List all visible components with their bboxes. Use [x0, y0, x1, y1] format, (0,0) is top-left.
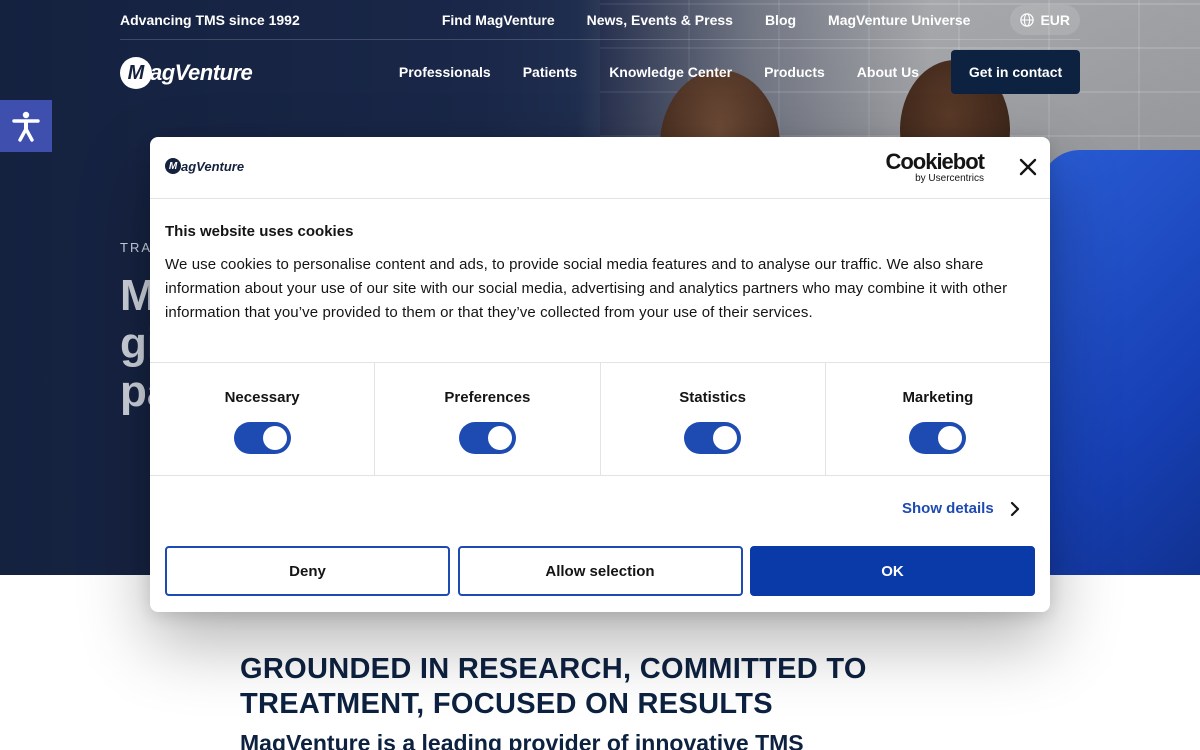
main-nav: Professionals Patients Knowledge Center …	[367, 50, 1080, 94]
accessibility-button[interactable]	[0, 100, 52, 152]
dialog-brand-logo: M agVenture	[165, 158, 244, 174]
top-bar: Advancing TMS since 1992 Find MagVenture…	[120, 0, 1080, 40]
cookie-consent-dialog: M agVenture Cookiebot by Usercentrics Th…	[150, 137, 1050, 612]
top-link-blog[interactable]: Blog	[765, 12, 796, 28]
category-label: Marketing	[902, 389, 974, 406]
dialog-buttons: Deny Allow selection OK	[165, 546, 1035, 596]
category-label: Statistics	[679, 389, 746, 406]
marketing-toggle[interactable]	[909, 422, 967, 454]
dialog-body: This website uses cookies We use cookies…	[150, 199, 1050, 363]
dialog-header: M agVenture Cookiebot by Usercentrics	[150, 137, 1050, 199]
intro-section: GROUNDED IN RESEARCH, COMMITTED TO TREAT…	[240, 652, 960, 750]
toggle-knob	[487, 426, 512, 450]
deny-button[interactable]: Deny	[165, 546, 450, 596]
allow-selection-button[interactable]: Allow selection	[457, 546, 743, 596]
cookiebot-byline: by Usercentrics	[915, 173, 984, 184]
site-logo[interactable]: M agVenture	[120, 56, 253, 90]
cookiebot-logo[interactable]: Cookiebot by Usercentrics	[882, 149, 985, 185]
category-marketing: Marketing	[826, 363, 1050, 475]
nav-professionals[interactable]: Professionals	[399, 64, 491, 80]
toggle-knob	[938, 426, 963, 450]
close-icon[interactable]	[1018, 157, 1038, 177]
get-in-contact-button[interactable]: Get in contact	[951, 50, 1080, 94]
cookiebot-wordmark: Cookiebot	[885, 149, 985, 174]
hero-eyebrow: TRA	[120, 240, 152, 255]
accessibility-icon	[12, 111, 40, 142]
nav-patients[interactable]: Patients	[523, 64, 577, 80]
logo-mark: M	[120, 57, 152, 89]
category-label: Preferences	[444, 389, 531, 406]
logo-text: agVenture	[150, 60, 253, 85]
top-link-find-magventure[interactable]: Find MagVenture	[442, 12, 555, 28]
hero-blue-jacket	[1040, 150, 1200, 575]
nav-products[interactable]: Products	[764, 64, 825, 80]
category-preferences: Preferences	[375, 363, 601, 475]
globe-icon	[1020, 13, 1035, 27]
preferences-toggle[interactable]	[458, 422, 516, 454]
toggle-knob	[713, 426, 738, 450]
dialog-brand-text: agVenture	[181, 158, 245, 174]
top-link-universe[interactable]: MagVenture Universe	[828, 12, 970, 28]
toggle-knob	[262, 426, 287, 450]
dialog-title: This website uses cookies	[165, 223, 354, 240]
nav-knowledge-center[interactable]: Knowledge Center	[609, 64, 732, 80]
show-details-link[interactable]: Show details	[902, 500, 1020, 517]
dialog-text: We use cookies to personalise content an…	[165, 256, 1008, 321]
show-details-label: Show details	[902, 500, 994, 517]
currency-label: EUR	[1040, 12, 1070, 28]
category-necessary: Necessary	[150, 363, 376, 475]
statistics-toggle[interactable]	[684, 422, 742, 454]
dialog-brand-mark: M	[165, 158, 181, 174]
necessary-toggle[interactable]	[233, 422, 291, 454]
section-title: GROUNDED IN RESEARCH, COMMITTED TO TREAT…	[240, 653, 867, 720]
section-lead: MagVenture is a leading provider of inno…	[240, 730, 804, 750]
category-label: Necessary	[224, 389, 300, 406]
top-links: Find MagVenture News, Events & Press Blo…	[410, 0, 1080, 40]
top-link-news[interactable]: News, Events & Press	[587, 12, 733, 28]
tagline: Advancing TMS since 1992	[120, 12, 300, 28]
currency-selector[interactable]: EUR	[1010, 5, 1080, 35]
ok-button[interactable]: OK	[750, 546, 1035, 596]
category-statistics: Statistics	[601, 363, 826, 475]
nav-about-us[interactable]: About Us	[857, 64, 919, 80]
cookie-categories: Necessary Preferences Statistics Marketi…	[150, 362, 1050, 476]
chevron-right-icon	[1010, 501, 1019, 516]
